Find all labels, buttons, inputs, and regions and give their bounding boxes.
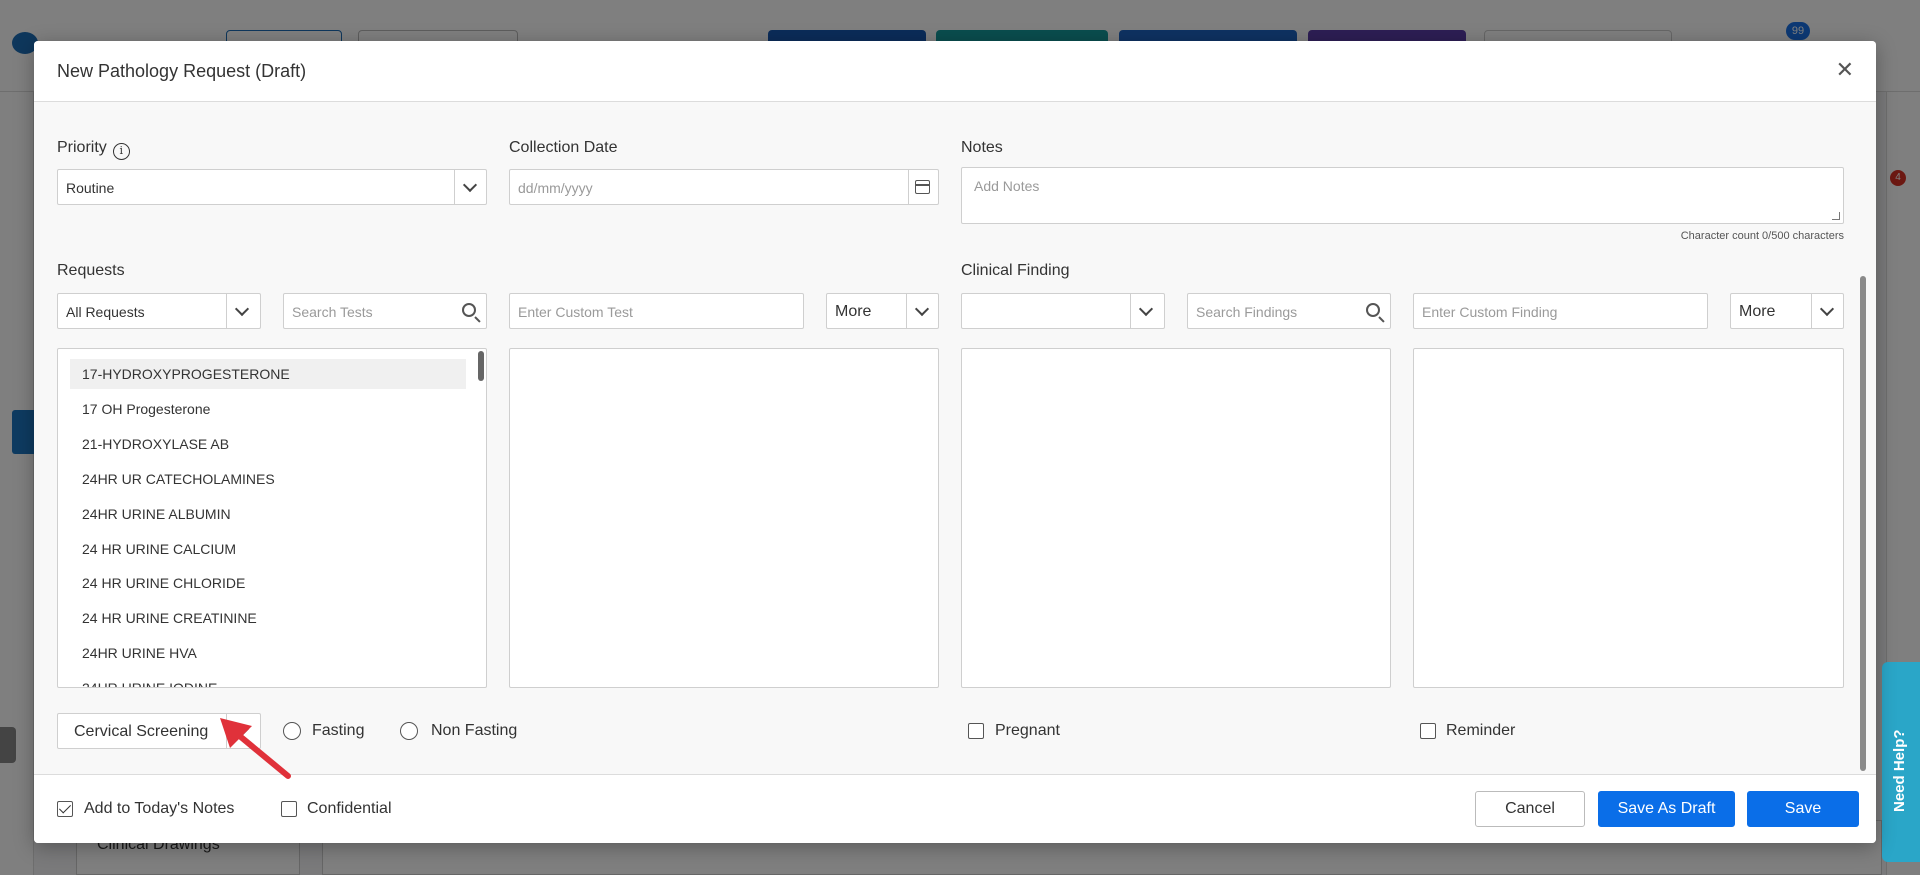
list-scrollbar[interactable]	[478, 351, 484, 381]
list-item[interactable]: 24 HR URINE CHLORIDE	[70, 568, 466, 598]
left-floating-tab[interactable]	[0, 727, 16, 763]
selected-findings-list[interactable]	[1413, 348, 1844, 688]
fasting-label: Fasting	[312, 722, 365, 739]
requests-filter-select[interactable]: All Requests	[57, 293, 261, 329]
requests-filter-value: All Requests	[66, 304, 145, 320]
requests-label: Requests	[57, 262, 125, 279]
clinical-finding-label: Clinical Finding	[961, 262, 1070, 279]
calendar-icon	[915, 180, 930, 194]
custom-finding-placeholder: Enter Custom Finding	[1422, 304, 1558, 320]
modal-scrollbar[interactable]	[1860, 276, 1866, 771]
non-fasting-label: Non Fasting	[431, 722, 518, 739]
add-to-notes-checkbox[interactable]	[57, 801, 73, 817]
pregnant-checkbox[interactable]	[968, 723, 984, 739]
requests-more-select[interactable]: More	[826, 293, 939, 329]
search-tests-placeholder: Search Tests	[292, 304, 373, 320]
clinical-finding-filter-select[interactable]	[961, 293, 1165, 329]
notes-placeholder: Add Notes	[974, 178, 1040, 194]
custom-test-input[interactable]: Enter Custom Test	[509, 293, 804, 329]
save-button[interactable]: Save	[1747, 791, 1859, 827]
cancel-button[interactable]: Cancel	[1475, 791, 1585, 827]
template-select[interactable]: Cervical Screening	[57, 713, 261, 749]
chevron-down-icon[interactable]	[226, 714, 260, 748]
confidential-label: Confidential	[307, 800, 392, 817]
findings-more-select[interactable]: More	[1730, 293, 1844, 329]
search-findings-input[interactable]: Search Findings	[1187, 293, 1391, 329]
collection-date-input[interactable]: dd/mm/yyyy	[509, 169, 939, 205]
priority-select[interactable]: Routine	[57, 169, 487, 205]
chevron-down-icon[interactable]	[1130, 294, 1164, 328]
search-icon[interactable]	[462, 303, 476, 317]
reminder-checkbox[interactable]	[1420, 723, 1436, 739]
requests-list[interactable]: 17-HYDROXYPROGESTERONE 17 OH Progesteron…	[57, 348, 487, 688]
findings-more-label: More	[1739, 303, 1776, 320]
modal-header: New Pathology Request (Draft) ✕	[34, 41, 1876, 102]
chevron-down-icon[interactable]	[226, 294, 260, 328]
notes-char-count: Character count 0/500 characters	[1680, 230, 1844, 242]
notes-textarea[interactable]: Add Notes	[961, 167, 1844, 224]
list-item[interactable]: 24HR URINE HVA	[70, 638, 466, 668]
list-item[interactable]: 17 OH Progesterone	[70, 394, 466, 424]
collection-date-label: Collection Date	[509, 139, 618, 156]
need-help-tab[interactable]: Need Help?	[1882, 662, 1920, 862]
add-to-notes-label: Add to Today's Notes	[84, 800, 235, 817]
custom-finding-input[interactable]: Enter Custom Finding	[1413, 293, 1708, 329]
calendar-button[interactable]	[908, 170, 938, 204]
search-icon[interactable]	[1366, 303, 1380, 317]
modal-footer: Add to Today's Notes Confidential Cancel…	[34, 774, 1876, 843]
modal-title: New Pathology Request (Draft)	[57, 61, 307, 81]
list-item[interactable]: 24 HR URINE CREATININE	[70, 603, 466, 633]
priority-label: Priority i	[57, 139, 130, 160]
pathology-request-modal: New Pathology Request (Draft) ✕ Priority…	[34, 41, 1876, 843]
close-icon[interactable]: ✕	[1836, 59, 1854, 81]
reminder-label: Reminder	[1446, 722, 1516, 739]
selected-tests-list[interactable]	[509, 348, 939, 688]
confidential-checkbox[interactable]	[281, 801, 297, 817]
template-select-value: Cervical Screening	[74, 723, 209, 740]
search-tests-input[interactable]: Search Tests	[283, 293, 487, 329]
chevron-down-icon[interactable]	[1811, 294, 1843, 328]
requests-more-label: More	[835, 303, 872, 320]
non-fasting-radio[interactable]	[400, 722, 418, 740]
save-as-draft-button[interactable]: Save As Draft	[1598, 791, 1735, 827]
list-item[interactable]: 24HR UR CATECHOLAMINES	[70, 464, 466, 494]
priority-value: Routine	[66, 180, 115, 196]
priority-label-text: Priority	[57, 139, 107, 156]
clinical-findings-list[interactable]	[961, 348, 1391, 688]
need-help-label: Need Help?	[1891, 729, 1908, 812]
chevron-down-icon[interactable]	[906, 294, 938, 328]
collection-date-placeholder: dd/mm/yyyy	[518, 180, 593, 196]
list-item[interactable]: 17-HYDROXYPROGESTERONE	[70, 359, 466, 389]
list-item[interactable]: 24 HR URINE CALCIUM	[70, 534, 466, 564]
info-icon[interactable]: i	[112, 143, 130, 160]
resize-handle-icon[interactable]	[1832, 212, 1840, 220]
list-item[interactable]: 21-HYDROXYLASE AB	[70, 429, 466, 459]
list-item[interactable]: 24HR URINE IODINE	[70, 673, 466, 687]
pregnant-label: Pregnant	[995, 722, 1060, 739]
fasting-radio[interactable]	[283, 722, 301, 740]
list-item[interactable]: 24HR URINE ALBUMIN	[70, 499, 466, 529]
notes-label: Notes	[961, 139, 1003, 156]
chevron-down-icon[interactable]	[454, 170, 486, 204]
search-findings-placeholder: Search Findings	[1196, 304, 1298, 320]
custom-test-placeholder: Enter Custom Test	[518, 304, 633, 320]
